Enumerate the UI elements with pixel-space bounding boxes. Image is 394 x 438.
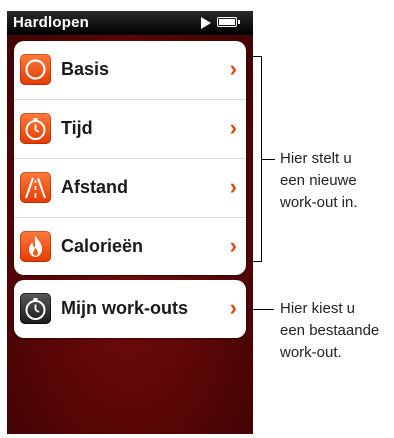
- menu-item-afstand[interactable]: Afstand ›: [14, 159, 246, 218]
- callout-leader-line: [246, 309, 274, 310]
- chevron-right-icon: ›: [229, 295, 237, 320]
- ipod-screen: Hardlopen Basis › Tijd › Afstand › Calor…: [7, 11, 253, 434]
- chevron-right-icon: ›: [229, 174, 237, 199]
- menu-item-tijd[interactable]: Tijd ›: [14, 100, 246, 159]
- workout-type-menu: Basis › Tijd › Afstand › Calorieën ›: [14, 41, 246, 275]
- callout-bracket-bottom: [248, 261, 262, 262]
- callout-existing-workout: Hier kiest u een bestaande work-out.: [280, 300, 380, 361]
- menu-item-label: Basis: [61, 59, 110, 79]
- menu-item-label: Mijn work-outs: [61, 298, 188, 318]
- play-icon: [201, 17, 211, 29]
- chevron-right-icon: ›: [229, 56, 237, 81]
- chevron-right-icon: ›: [229, 115, 237, 140]
- callout-new-workout: Hier stelt u een nieuwe work-out in.: [280, 150, 358, 211]
- menu-item-label: Calorieën: [61, 236, 144, 256]
- menu-item-basis[interactable]: Basis ›: [14, 41, 246, 100]
- chevron-right-icon: ›: [229, 233, 237, 258]
- menu-item-mijn-workouts[interactable]: Mijn work-outs ›: [14, 280, 246, 338]
- screen-title: Hardlopen: [13, 14, 89, 31]
- circle-icon: [20, 54, 51, 85]
- menu-item-calorieen[interactable]: Calorieën ›: [14, 218, 246, 275]
- flame-icon: [20, 231, 51, 262]
- road-icon: [20, 172, 51, 203]
- battery-icon: [217, 17, 240, 27]
- callout-leader-line: [261, 159, 275, 160]
- stopwatch-icon: [20, 293, 51, 324]
- menu-item-label: Afstand: [61, 177, 128, 197]
- status-bar: Hardlopen: [7, 11, 253, 35]
- stopwatch-icon: [20, 113, 51, 144]
- menu-item-label: Tijd: [61, 118, 93, 138]
- callout-bracket-top: [248, 56, 262, 57]
